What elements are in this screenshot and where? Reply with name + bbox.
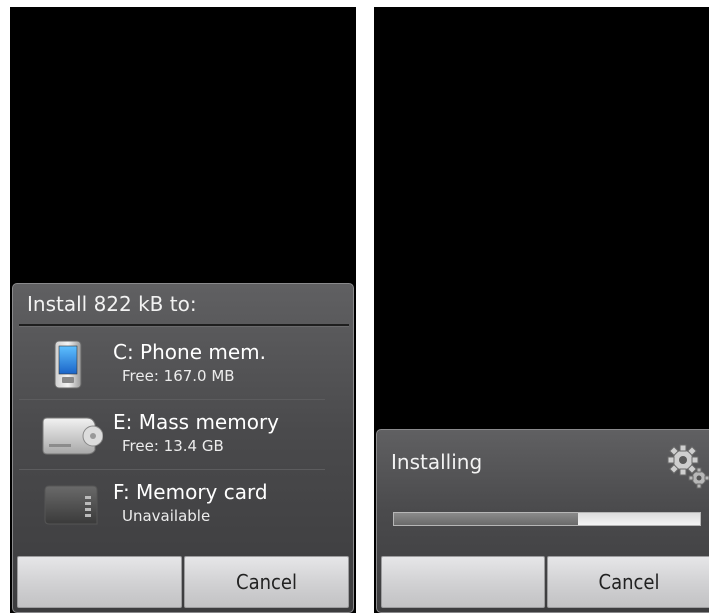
option-title: C: Phone mem. <box>113 340 266 364</box>
softkey-bar: Cancel <box>381 556 709 608</box>
title-divider <box>19 324 349 327</box>
progress-fill <box>394 513 578 525</box>
softkey-bar: Cancel <box>17 556 349 608</box>
install-location-dialog: Install 822 kB to: C: Phone mem. Free: 1… <box>12 283 354 613</box>
cancel-button[interactable]: Cancel <box>184 556 349 608</box>
memory-card-icon <box>44 485 98 525</box>
progress-bar <box>393 512 701 526</box>
left-screen: Install 822 kB to: C: Phone mem. Free: 1… <box>10 7 356 613</box>
right-screen: Installing Cancel <box>374 7 709 613</box>
option-memory-card[interactable]: F: Memory card Unavailable <box>19 470 325 540</box>
option-mass-memory[interactable]: E: Mass memory Free: 13.4 GB <box>19 400 325 470</box>
left-softkey[interactable] <box>17 556 182 608</box>
mass-memory-drive-icon <box>42 417 103 455</box>
option-free-space: Free: 167.0 MB <box>122 367 235 385</box>
left-softkey[interactable] <box>381 556 545 608</box>
phone-icon <box>54 340 82 389</box>
installing-dialog: Installing Cancel <box>376 429 709 613</box>
dialog-title: Installing <box>391 450 483 474</box>
option-free-space: Free: 13.4 GB <box>122 437 224 455</box>
dialog-title: Install 822 kB to: <box>27 292 197 316</box>
option-title: E: Mass memory <box>113 410 280 434</box>
option-phone-memory[interactable]: C: Phone mem. Free: 167.0 MB <box>19 330 325 400</box>
option-status: Unavailable <box>122 507 211 525</box>
cancel-button[interactable]: Cancel <box>547 556 709 608</box>
gears-icon <box>667 444 709 489</box>
option-title: F: Memory card <box>113 480 268 504</box>
